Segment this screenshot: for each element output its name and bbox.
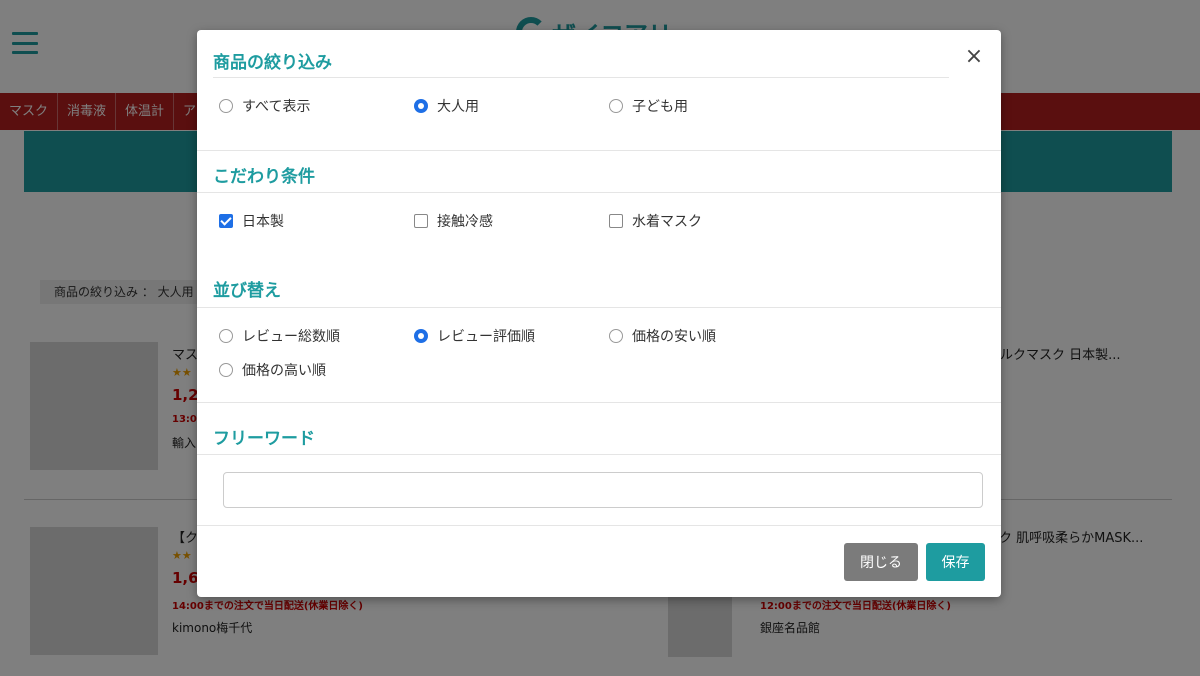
radio-button-selected[interactable] (414, 99, 428, 113)
option-label: 日本製 (242, 214, 284, 230)
radio-kids[interactable]: 子ども用 (609, 96, 688, 116)
radio-sort-price-low[interactable]: 価格の安い順 (609, 326, 716, 346)
radio-button[interactable] (609, 329, 623, 343)
sort-heading: 並び替え (213, 281, 281, 301)
save-button[interactable]: 保存 (926, 543, 985, 581)
radio-button[interactable] (219, 99, 233, 113)
section-divider (197, 307, 1001, 308)
radio-sort-price-high[interactable]: 価格の高い順 (219, 360, 326, 380)
option-label: すべて表示 (242, 99, 311, 115)
section-divider (197, 454, 1001, 455)
footer-divider (197, 525, 1001, 526)
option-label: 子ども用 (632, 99, 688, 115)
close-icon[interactable]: × (963, 46, 985, 68)
radio-all[interactable]: すべて表示 (219, 96, 310, 116)
radio-adult[interactable]: 大人用 (414, 96, 479, 116)
conditions-heading: こだわり条件 (213, 167, 315, 187)
radio-button[interactable] (219, 363, 233, 377)
section-divider (197, 150, 1001, 151)
checkbox[interactable] (609, 214, 623, 228)
checkbox-checked[interactable] (219, 214, 233, 228)
option-label: 大人用 (437, 99, 479, 115)
radio-button[interactable] (219, 329, 233, 343)
freeword-input[interactable] (223, 472, 983, 508)
option-label: 接触冷感 (437, 214, 493, 230)
checkbox[interactable] (414, 214, 428, 228)
close-button[interactable]: 閉じる (844, 543, 918, 581)
filter-modal: 商品の絞り込み × すべて表示 大人用 子ども用 こだわり条件 日本製 接触冷感… (197, 30, 1001, 597)
option-label: レビュー評価順 (437, 329, 535, 345)
radio-button-selected[interactable] (414, 329, 428, 343)
radio-sort-review-rating[interactable]: レビュー評価順 (414, 326, 535, 346)
checkbox-made-in-japan[interactable]: 日本製 (219, 211, 284, 231)
checkbox-cool-touch[interactable]: 接触冷感 (414, 211, 493, 231)
option-label: 価格の安い順 (632, 329, 716, 345)
modal-title: 商品の絞り込み (213, 53, 332, 73)
checkbox-swim-mask[interactable]: 水着マスク (609, 211, 702, 231)
option-label: レビュー総数順 (242, 329, 340, 345)
freeword-heading: フリーワード (213, 429, 315, 449)
radio-button[interactable] (609, 99, 623, 113)
option-label: 水着マスク (632, 214, 702, 230)
title-divider (213, 77, 949, 78)
option-label: 価格の高い順 (242, 363, 326, 379)
section-divider (197, 402, 1001, 403)
radio-sort-review-count[interactable]: レビュー総数順 (219, 326, 340, 346)
section-divider (197, 192, 1001, 193)
